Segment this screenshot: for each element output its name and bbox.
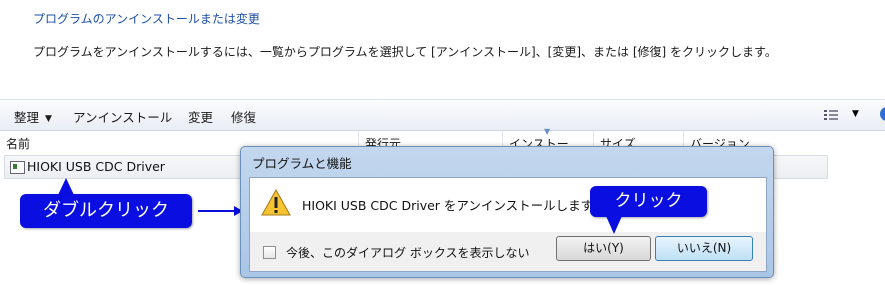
help-icon[interactable]	[880, 107, 885, 121]
organize-menu[interactable]: 整理 ▼	[14, 107, 52, 126]
page-description: プログラムをアンインストールするには、一覧からプログラムを選択して [アンインス…	[33, 45, 777, 59]
callout-pointer	[606, 216, 622, 234]
page-title: プログラムのアンインストールまたは変更	[33, 12, 260, 26]
organize-label: 整理	[14, 110, 40, 125]
dont-show-again-checkbox[interactable]	[263, 246, 276, 259]
repair-button[interactable]: 修復	[231, 107, 256, 126]
no-button[interactable]: いいえ(N)	[655, 236, 753, 261]
arrow-right-icon	[198, 206, 243, 216]
dialog-message: HIOKI USB CDC Driver をアンインストールしますか	[302, 198, 606, 213]
warning-icon	[261, 189, 291, 216]
yes-button[interactable]: はい(Y)	[556, 236, 651, 261]
dialog-title: プログラムと機能	[252, 156, 352, 171]
uninstall-button[interactable]: アンインストール	[73, 107, 172, 126]
callout-pointer	[58, 178, 74, 195]
program-name: HIOKI USB CDC Driver	[27, 159, 165, 174]
click-callout: クリック	[590, 186, 707, 217]
double-click-callout: ダブルクリック	[20, 194, 192, 228]
chevron-down-icon: ▼	[45, 114, 52, 124]
toolbar: 整理 ▼ アンインストール 変更 修復 ▼	[0, 99, 885, 131]
checkbox-label: 今後、このダイアログ ボックスを表示しない	[286, 246, 530, 260]
change-button[interactable]: 変更	[188, 107, 213, 126]
view-list-icon[interactable]	[824, 109, 838, 121]
column-name[interactable]: 名前	[6, 135, 30, 152]
view-options-chevron-icon[interactable]: ▼	[852, 109, 859, 119]
program-icon	[10, 161, 25, 174]
